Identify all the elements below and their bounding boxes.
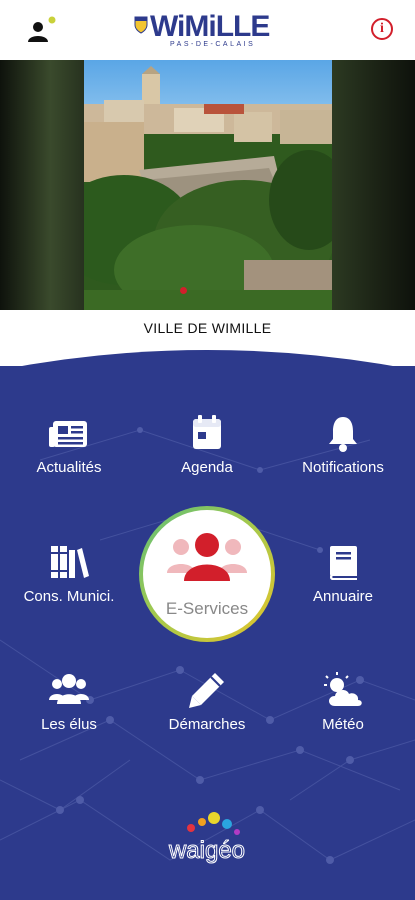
tile-label: Démarches xyxy=(168,716,246,733)
group-users-icon xyxy=(167,533,247,581)
photo-blur-left xyxy=(0,60,84,310)
tile-demarches[interactable]: Démarches xyxy=(138,670,276,733)
e-services-label: E-Services xyxy=(165,599,249,618)
tile-label: Notifications xyxy=(302,459,384,476)
wimille-logo: WiMiLLE PAS-DE-CALAIS xyxy=(132,10,284,54)
tile-label: Agenda xyxy=(181,459,233,476)
tile-agenda[interactable]: Agenda xyxy=(138,413,276,476)
users-icon xyxy=(49,674,89,704)
logo-text: WiMiLLE xyxy=(150,10,270,43)
tile-label: Les élus xyxy=(41,716,97,733)
photo-blur-right xyxy=(331,60,415,310)
bell-icon xyxy=(329,417,357,452)
tile-actualites[interactable]: Actualités xyxy=(0,413,138,476)
town-photo xyxy=(0,60,415,310)
e-services-button[interactable]: E-Services xyxy=(137,504,277,644)
tile-label: Annuaire xyxy=(312,588,374,605)
calendar-icon xyxy=(193,415,221,449)
tile-annuaire[interactable]: Annuaire xyxy=(274,542,412,605)
pencil-icon xyxy=(189,673,224,708)
photo-indicator xyxy=(180,287,187,294)
user-icon xyxy=(28,16,56,42)
tile-label: Actualités xyxy=(36,459,102,476)
village-image xyxy=(84,60,332,310)
newspaper-icon xyxy=(49,421,87,447)
tile-notifications[interactable]: Notifications xyxy=(274,413,412,476)
user-account-button[interactable] xyxy=(24,14,60,46)
logo-subtitle: PAS-DE-CALAIS xyxy=(170,41,256,48)
waigeo-logo-mark: waigéo xyxy=(167,812,246,865)
tile-label: Météo xyxy=(322,716,364,733)
waigeo-brand-logo: waigéo xyxy=(155,808,259,878)
book-icon xyxy=(330,546,357,580)
tile-cons-munici[interactable]: Cons. Munici. xyxy=(0,542,138,605)
info-icon: i xyxy=(380,21,384,36)
tile-meteo[interactable]: Météo xyxy=(274,670,412,733)
books-icon xyxy=(51,546,89,578)
tile-label: Cons. Munici. xyxy=(23,588,115,605)
info-button[interactable]: i xyxy=(371,18,393,40)
shield-icon xyxy=(134,16,148,34)
app-header: WiMiLLE PAS-DE-CALAIS i xyxy=(0,0,415,60)
waigeo-wordmark: waigéo xyxy=(168,837,245,864)
city-title: VILLE DE WIMILLE xyxy=(143,320,272,336)
tile-les-elus[interactable]: Les élus xyxy=(0,670,138,733)
weather-icon xyxy=(324,672,362,706)
